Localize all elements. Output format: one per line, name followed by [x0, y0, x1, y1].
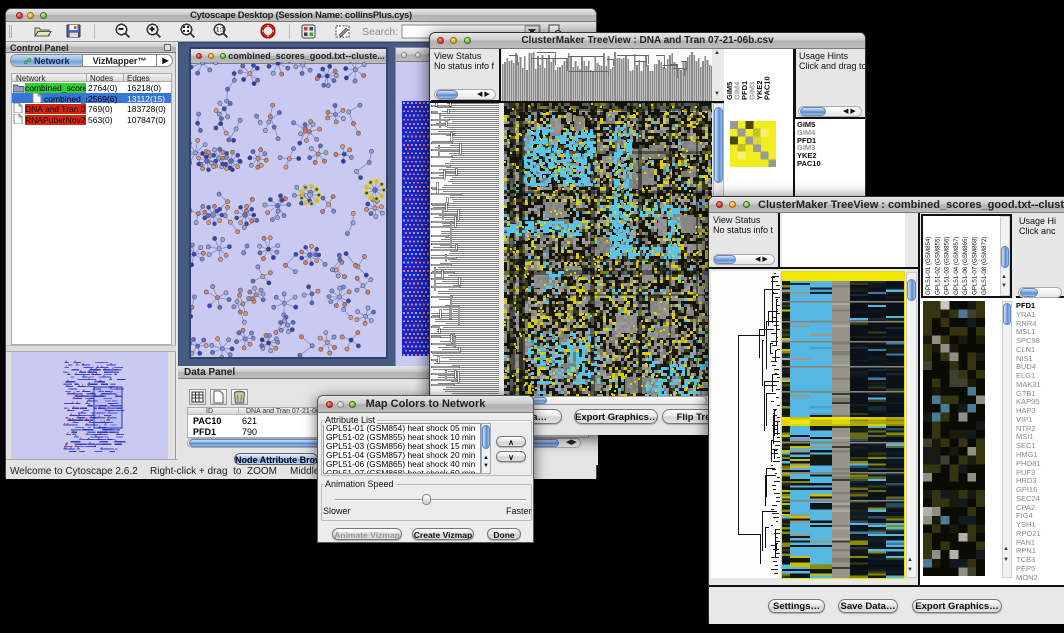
svg-text:GPL51-01 (GSM854): GPL51-01 (GSM854)	[925, 237, 932, 295]
svg-text:GPL51-08 (GSM872): GPL51-08 (GSM872)	[981, 237, 988, 295]
svg-text:GPL51-02 (GSM855): GPL51-02 (GSM855)	[934, 237, 941, 295]
svg-text:GPL51-07 (GSM868): GPL51-07 (GSM868)	[972, 237, 979, 295]
svg-text:1:1: 1:1	[216, 28, 225, 34]
svg-text:GPL51-06 (GSM865): GPL51-06 (GSM865)	[962, 237, 969, 295]
svg-text:Search:: Search:	[362, 26, 398, 38]
svg-text:GPL51-04 (GSM857): GPL51-04 (GSM857)	[953, 237, 960, 295]
svg-text:PAC10: PAC10	[763, 76, 772, 100]
svg-text:GPL51-03 (GSM856): GPL51-03 (GSM856)	[944, 237, 951, 295]
